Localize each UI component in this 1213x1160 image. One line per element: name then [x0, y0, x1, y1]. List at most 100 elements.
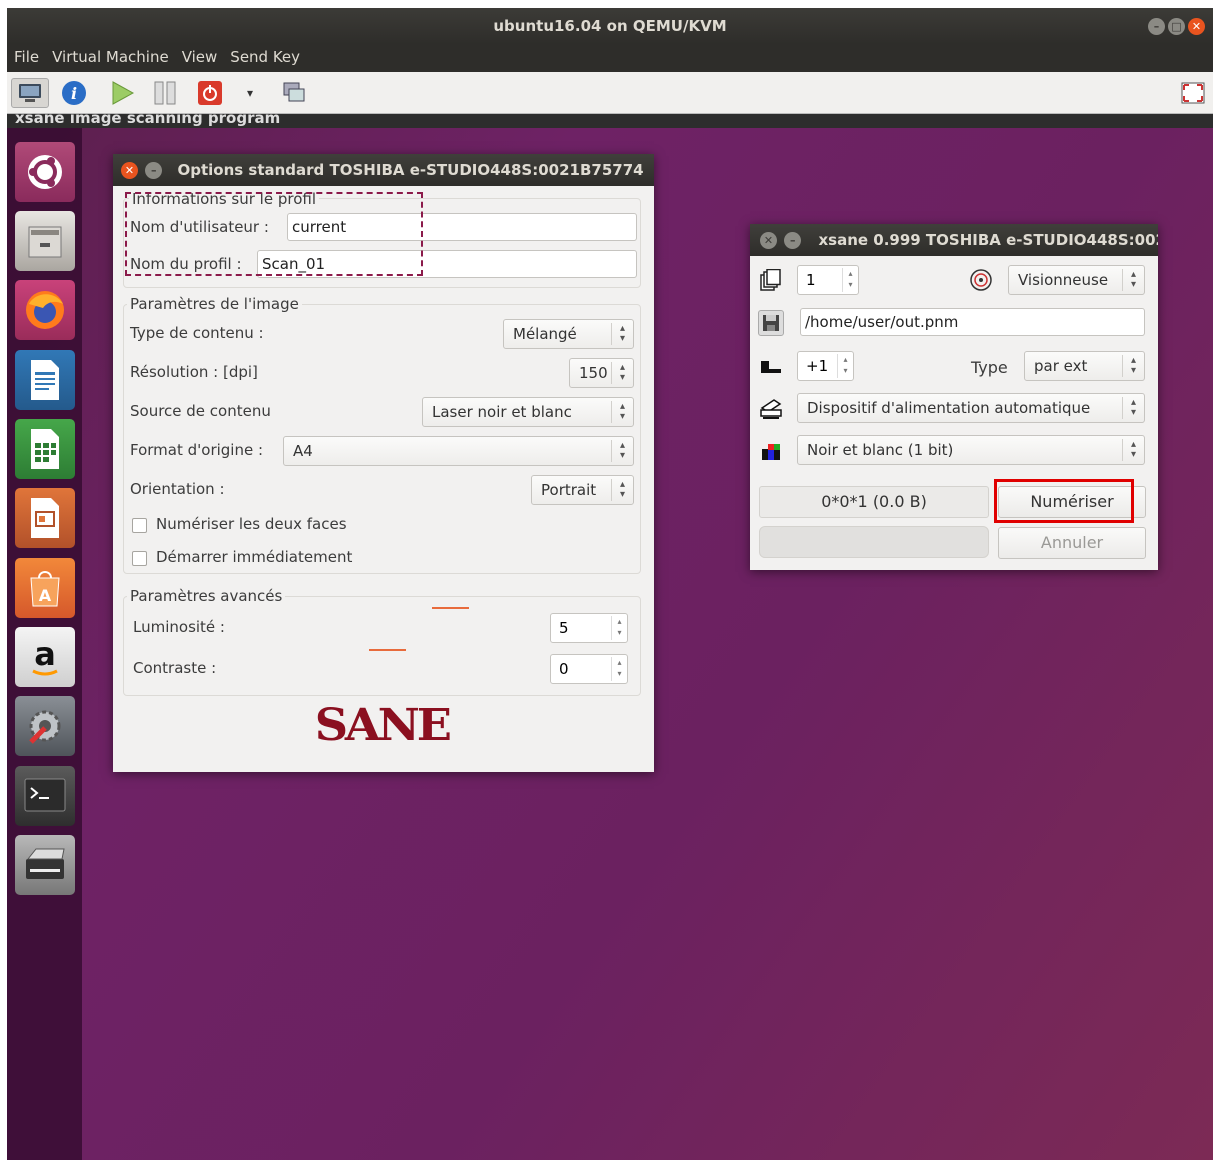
minimize-icon[interactable]: –	[784, 232, 802, 249]
settings-icon[interactable]	[15, 696, 75, 756]
format-value: A4	[293, 442, 313, 460]
format-label: Format d'origine :	[130, 441, 264, 459]
source-select[interactable]: Dispositif d'alimentation automatique ▴ ▾	[797, 393, 1145, 423]
minimize-icon[interactable]: –	[1148, 18, 1165, 35]
type-value: par ext	[1034, 357, 1088, 375]
spin-arrows-icon: ▴ ▾	[611, 479, 633, 501]
menubar: File Virtual Machine View Send Key	[7, 44, 1213, 72]
firefox-icon[interactable]	[15, 280, 75, 340]
target-select[interactable]: Visionneuse ▴ ▾	[1008, 265, 1145, 295]
spin-arrows-icon: ▴ ▾	[611, 440, 633, 462]
type-select[interactable]: par ext ▴ ▾	[1024, 351, 1145, 381]
menu-virtual-machine[interactable]: Virtual Machine	[45, 44, 175, 66]
save-icon[interactable]	[758, 310, 784, 336]
fullscreen-icon	[1181, 82, 1205, 104]
contrast-spinbox[interactable]: 0 ▴ ▾	[550, 654, 628, 684]
copies-icon	[758, 267, 784, 293]
feeder-icon	[758, 396, 784, 422]
scanner-icon[interactable]	[15, 835, 75, 895]
spin-arrows-icon: ▴ ▾	[611, 616, 627, 640]
source-label: Source de contenu	[130, 402, 271, 420]
mode-select[interactable]: Noir et blanc (1 bit) ▴ ▾	[797, 435, 1145, 465]
close-icon[interactable]: ✕	[760, 232, 777, 249]
orientation-select[interactable]: Portrait ▴ ▾	[531, 475, 634, 505]
menu-file[interactable]: File	[7, 44, 45, 66]
console-view-button[interactable]	[11, 78, 49, 108]
vm-titlebar: ubuntu16.04 on QEMU/KVM – □ ✕	[7, 8, 1213, 44]
maximize-icon[interactable]: □	[1168, 18, 1185, 35]
files-icon[interactable]	[15, 211, 75, 271]
terminal-icon[interactable]	[15, 766, 75, 826]
spin-arrows-icon: ▴ ▾	[1122, 439, 1144, 461]
close-icon[interactable]: ✕	[1188, 18, 1205, 35]
options-dialog-titlebar: ✕ – Options standard TOSHIBA e-STUDIO448…	[113, 154, 654, 186]
brightness-marker	[432, 607, 469, 609]
top-panel: xsane image scanning program	[7, 114, 1213, 128]
svg-text:i: i	[71, 84, 77, 103]
software-center-icon[interactable]: A	[15, 558, 75, 618]
svg-text:a: a	[34, 635, 56, 673]
start-immediately-label: Démarrer immédiatement	[156, 548, 353, 566]
calc-icon[interactable]	[15, 419, 75, 479]
size-info: 0*0*1 (0.0 B)	[759, 486, 989, 518]
window-title: ubuntu16.04 on QEMU/KVM	[493, 17, 727, 35]
cancel-button[interactable]: Annuler	[998, 527, 1146, 559]
run-button[interactable]	[107, 78, 137, 108]
snapshots-button[interactable]	[279, 78, 309, 108]
step-value: +1	[806, 357, 829, 375]
target-icon	[968, 267, 994, 293]
contrast-label: Contraste :	[133, 659, 217, 677]
play-icon	[112, 81, 135, 105]
step-spinbox[interactable]: +1 ▴ ▾	[797, 351, 854, 381]
start-immediately-checkbox[interactable]	[132, 551, 147, 566]
content-type-select[interactable]: Mélangé ▴ ▾	[503, 319, 634, 349]
xsane-dialog-titlebar: ✕ – xsane 0.999 TOSHIBA e-STUDIO448S:002…	[750, 224, 1158, 256]
spin-arrows-icon: ▴ ▾	[611, 657, 627, 681]
fullscreen-button[interactable]	[1179, 78, 1207, 108]
snapshot-icon	[283, 82, 305, 102]
duplex-checkbox[interactable]	[132, 518, 147, 533]
close-icon[interactable]: ✕	[121, 162, 138, 179]
brightness-label: Luminosité :	[133, 618, 225, 636]
shutdown-menu-chevron-icon[interactable]: ▾	[241, 78, 259, 108]
orientation-label: Orientation :	[130, 480, 225, 498]
details-button[interactable]: i	[59, 78, 89, 108]
type-label: Type	[971, 358, 1008, 377]
guest-desktop: xsane image scanning program A a ✕ – Opt…	[7, 114, 1213, 1160]
active-app-title: xsane image scanning program	[15, 114, 281, 127]
launcher: A a	[7, 128, 82, 1160]
filename-field[interactable]: /home/user/out.pnm	[800, 308, 1145, 336]
shutdown-button[interactable]	[195, 78, 225, 108]
spin-arrows-icon: ▴ ▾	[837, 354, 853, 378]
menu-view[interactable]: View	[175, 44, 224, 66]
writer-icon[interactable]	[15, 350, 75, 410]
ubuntu-dash-icon[interactable]	[15, 142, 75, 202]
options-dialog-title: Options standard TOSHIBA e-STUDIO448S:00…	[177, 161, 644, 179]
content-type-value: Mélangé	[513, 325, 577, 343]
step-icon	[758, 354, 784, 380]
pause-icon	[154, 81, 176, 105]
color-mode-icon	[758, 438, 784, 464]
copies-spinbox[interactable]: 1 ▴ ▾	[797, 265, 859, 295]
spin-arrows-icon: ▴ ▾	[611, 401, 633, 423]
image-frame-title: Paramètres de l'image	[127, 295, 302, 313]
source-value: Laser noir et blanc	[432, 403, 572, 421]
sane-logo: SANE	[314, 700, 452, 751]
power-icon	[198, 81, 222, 105]
duplex-label: Numériser les deux faces	[156, 515, 347, 533]
spin-arrows-icon: ▴ ▾	[611, 323, 633, 345]
amazon-icon[interactable]: a	[15, 627, 75, 687]
highlight-box	[994, 479, 1134, 523]
svg-text:A: A	[39, 586, 52, 605]
resolution-select[interactable]: 150 ▴ ▾	[569, 358, 634, 388]
brightness-spinbox[interactable]: 5 ▴ ▾	[550, 613, 628, 643]
impress-icon[interactable]	[15, 488, 75, 548]
format-select[interactable]: A4 ▴ ▾	[283, 436, 634, 466]
minimize-icon[interactable]: –	[145, 162, 163, 179]
progress-bar	[759, 526, 989, 558]
spin-arrows-icon: ▴ ▾	[1122, 355, 1144, 377]
pause-button[interactable]	[150, 78, 180, 108]
source-select[interactable]: Laser noir et blanc ▴ ▾	[422, 397, 634, 427]
menu-send-key[interactable]: Send Key	[223, 44, 306, 66]
xsane-dialog: ✕ – xsane 0.999 TOSHIBA e-STUDIO448S:002…	[750, 224, 1158, 570]
